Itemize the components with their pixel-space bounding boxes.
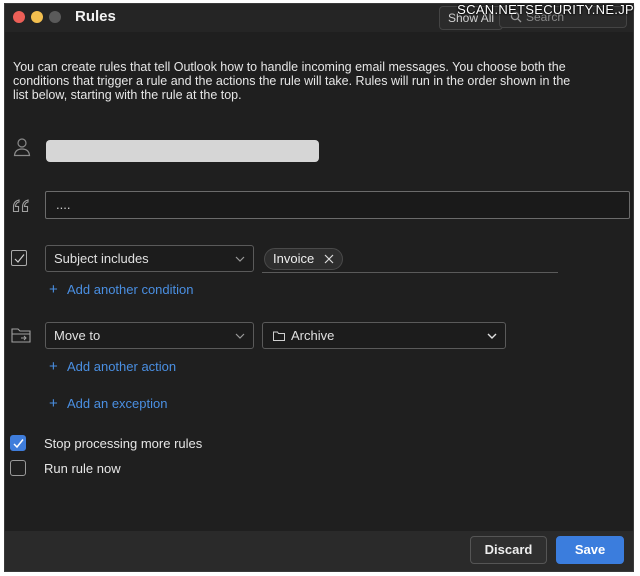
run-rule-now-label: Run rule now	[44, 461, 121, 476]
folder-icon	[273, 331, 285, 341]
action-type-label: Move to	[54, 328, 101, 343]
save-button[interactable]: Save	[556, 536, 624, 564]
add-action-label: Add another action	[67, 359, 177, 374]
plus-icon: +	[49, 395, 58, 412]
rule-text-field[interactable]: ....	[45, 191, 630, 219]
person-icon	[13, 138, 31, 157]
condition-tag-label: Invoice	[273, 251, 315, 266]
action-type-dropdown[interactable]: Move to	[45, 322, 254, 349]
condition-value-field[interactable]: Invoice	[262, 246, 558, 273]
chevron-down-icon	[235, 333, 245, 339]
watermark-text: SCAN.NETSECURITY.NE.JP	[457, 2, 634, 17]
close-icon[interactable]	[324, 254, 334, 264]
run-rule-now-checkbox[interactable]	[10, 460, 26, 476]
condition-type-label: Subject includes	[54, 251, 149, 266]
add-condition-link[interactable]: + Add another condition	[49, 281, 193, 298]
plus-icon: +	[49, 281, 58, 298]
add-exception-label: Add an exception	[67, 396, 168, 411]
rules-window: Rules Show All You can create rules that…	[4, 3, 634, 572]
discard-button[interactable]: Discard	[470, 536, 547, 564]
checkmark-icon	[13, 439, 24, 449]
folder-label: Archive	[291, 328, 335, 343]
add-condition-label: Add another condition	[67, 282, 194, 297]
add-action-link[interactable]: + Add another action	[49, 358, 176, 375]
condition-tag: Invoice	[264, 248, 344, 270]
folder-move-icon	[11, 328, 31, 343]
stop-processing-checkbox[interactable]	[10, 435, 26, 451]
checkmark-icon	[14, 254, 25, 263]
quote-icon	[12, 199, 29, 213]
chevron-down-icon	[487, 333, 497, 339]
intro-text: You can create rules that tell Outlook h…	[13, 60, 571, 102]
condition-type-dropdown[interactable]: Subject includes	[45, 245, 254, 272]
window-title: Rules	[75, 8, 116, 25]
checkbox-icon	[11, 250, 27, 266]
minimize-window-button[interactable]	[31, 11, 43, 23]
stop-processing-label: Stop processing more rules	[44, 436, 203, 451]
add-exception-link[interactable]: + Add an exception	[49, 395, 167, 412]
rule-name-field[interactable]	[46, 140, 319, 162]
folder-dropdown[interactable]: Archive	[262, 322, 506, 349]
zoom-window-button[interactable]	[49, 11, 61, 23]
close-window-button[interactable]	[13, 11, 25, 23]
chevron-down-icon	[235, 256, 245, 262]
plus-icon: +	[49, 358, 58, 375]
